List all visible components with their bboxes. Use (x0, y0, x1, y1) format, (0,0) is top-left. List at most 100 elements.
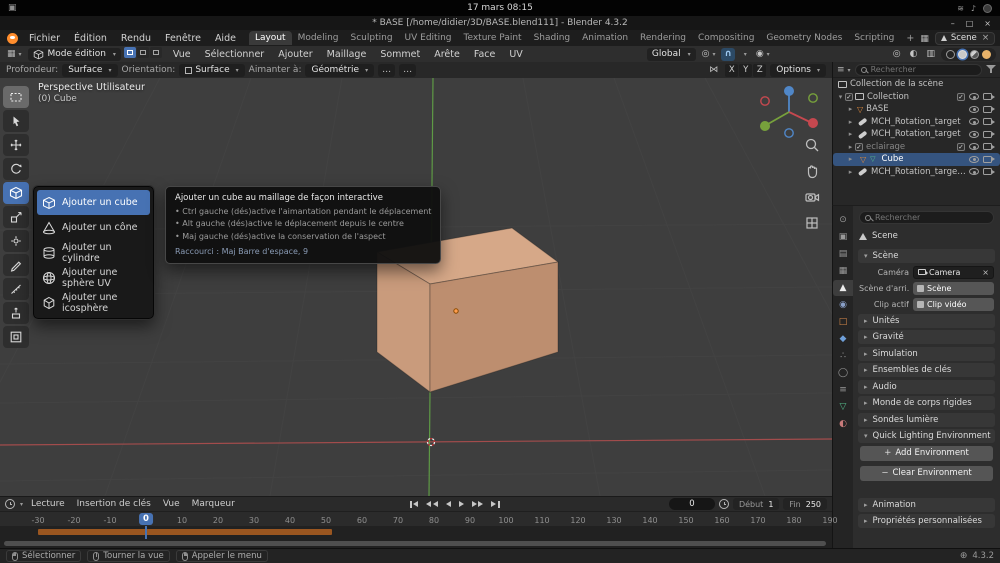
os-clock[interactable]: 17 mars 08:15 (0, 3, 1000, 13)
viewport-menu-ajouter[interactable]: Ajouter (271, 49, 319, 60)
camera-field[interactable]: Camera (913, 266, 994, 279)
timeline-ruler[interactable]: -30-20-100102030405060708090100110120130… (0, 511, 832, 526)
outliner-search-input[interactable]: Rechercher (855, 64, 982, 76)
toggle-ortho-icon[interactable] (803, 214, 821, 232)
viewport-menu-vue[interactable]: Vue (166, 49, 198, 60)
maximize-icon[interactable] (966, 19, 974, 28)
mirror-axis-z[interactable]: Z (753, 64, 766, 77)
inset-tool[interactable] (3, 326, 29, 348)
disable-render-icon[interactable] (983, 118, 992, 125)
preview-range-icon[interactable] (719, 499, 729, 509)
workspace-icon[interactable] (920, 33, 929, 44)
menu-fichier[interactable]: Fichier (22, 33, 67, 44)
minimize-icon[interactable] (951, 19, 955, 28)
os-status-menu-icon[interactable] (983, 4, 992, 13)
extrude-tool[interactable] (3, 302, 29, 324)
tab-uv-editing[interactable]: UV Editing (399, 31, 458, 45)
scene-selector[interactable]: Scene (935, 32, 995, 45)
hide-eye-icon[interactable] (969, 131, 979, 138)
rotate-tool[interactable] (3, 158, 29, 180)
horizontal-scrollbar[interactable] (4, 541, 826, 546)
depth-selector[interactable]: Surface (62, 64, 117, 77)
exclude-checkbox[interactable] (957, 143, 965, 151)
background-scene-field[interactable]: Scène (913, 282, 994, 295)
outliner-item-scene-collection[interactable]: Collection de la scène (833, 78, 1000, 91)
overlays-toggle-icon[interactable] (907, 49, 921, 59)
outliner-item-cube[interactable]: Cube (833, 153, 1000, 166)
timeline-menu-insertion-de-cl-s[interactable]: Insertion de clés (71, 499, 157, 509)
timeline-menu-vue[interactable]: Vue (157, 499, 186, 509)
render-tab-icon[interactable] (833, 229, 853, 245)
mirror-axis-x[interactable]: X (725, 64, 738, 77)
transform-orientation-selector[interactable]: Global (647, 48, 696, 61)
expand-icon[interactable] (846, 129, 855, 139)
add-cube-tool[interactable] (3, 182, 29, 204)
viewport-menu-s-lectionner[interactable]: Sélectionner (198, 49, 272, 60)
scale-tool[interactable] (3, 206, 29, 228)
section-gravit[interactable]: Gravité (858, 330, 995, 344)
tool-tab-icon[interactable] (833, 212, 853, 228)
options-dropdown[interactable]: Options (770, 64, 826, 77)
measure-tool[interactable] (3, 278, 29, 300)
snap-settings-dropdown[interactable] (738, 49, 750, 59)
menu-item-add-cube[interactable]: Ajouter un cube (37, 190, 150, 215)
pivot-point-icon[interactable] (699, 49, 719, 59)
viewport-menu-face[interactable]: Face (467, 49, 502, 60)
expand-icon[interactable] (836, 92, 845, 102)
hide-eye-icon[interactable] (969, 93, 979, 100)
mode-selector[interactable]: Mode édition (28, 48, 121, 61)
tab-layout[interactable]: Layout (249, 31, 292, 45)
mirror-icon[interactable] (706, 65, 721, 75)
select-box-tool[interactable] (3, 86, 29, 108)
menu-item-add-cone[interactable]: Ajouter un cône (37, 215, 150, 240)
hide-eye-icon[interactable] (969, 143, 979, 150)
collection-checkbox[interactable] (845, 93, 853, 101)
material-tab-icon[interactable] (833, 416, 853, 432)
expand-icon[interactable] (846, 154, 855, 164)
expand-icon[interactable] (846, 117, 855, 127)
outliner-item-base[interactable]: BASE (833, 103, 1000, 116)
close-icon[interactable] (984, 19, 991, 28)
disable-render-icon[interactable] (983, 106, 992, 113)
section-monde-de-corps-rigides[interactable]: Monde de corps rigides (858, 396, 995, 410)
section-scene[interactable]: Scène (858, 249, 995, 263)
transform-tool[interactable] (3, 230, 29, 252)
constraints-tab-icon[interactable] (833, 382, 853, 398)
disable-render-icon[interactable] (983, 93, 992, 100)
zoom-icon[interactable] (803, 136, 821, 154)
menu-dition[interactable]: Édition (67, 33, 114, 44)
play-button[interactable] (456, 499, 467, 510)
frame-start-field[interactable]: Début 1 (733, 498, 779, 510)
hide-eye-icon[interactable] (969, 168, 979, 175)
clear-camera-icon[interactable] (982, 268, 989, 277)
show-gizmo-toggle-icon[interactable] (890, 49, 904, 59)
world-tab-icon[interactable] (833, 297, 853, 313)
tab-sculpting[interactable]: Sculpting (345, 31, 399, 45)
viewport-menu-ar-te[interactable]: Arête (427, 49, 467, 60)
snap-toggle-icon[interactable] (721, 48, 734, 61)
navigation-gizmo[interactable] (760, 86, 818, 137)
mirror-axis-y[interactable]: Y (739, 64, 752, 77)
more-settings-button[interactable]: … (378, 64, 395, 77)
tab-modeling[interactable]: Modeling (292, 31, 345, 45)
pan-hand-icon[interactable] (803, 162, 821, 180)
viewport-menu-maillage[interactable]: Maillage (320, 49, 374, 60)
section-sondes-lumi-re[interactable]: Sondes lumière (858, 413, 995, 427)
section-propri-t-s-personnalis-es[interactable]: Propriétés personnalisées (858, 514, 995, 528)
xray-toggle-icon[interactable] (923, 49, 938, 59)
orientation-selector[interactable]: Surface (179, 64, 244, 77)
tab-rendering[interactable]: Rendering (634, 31, 692, 45)
os-app-icon[interactable] (8, 3, 17, 13)
add-workspace-button[interactable]: + (900, 33, 920, 44)
jump-next-keyframe-button[interactable] (469, 499, 487, 510)
camera-view-icon[interactable] (803, 188, 821, 206)
scene-unlink-icon[interactable] (981, 33, 990, 43)
timeline-editor-icon[interactable] (5, 499, 15, 509)
section-ensembles-de-cl-s[interactable]: Ensembles de clés (858, 363, 995, 377)
frame-end-field[interactable]: Fin 250 (783, 498, 827, 510)
jump-prev-keyframe-button[interactable] (423, 499, 441, 510)
disable-render-icon[interactable] (983, 143, 992, 150)
clear-environment-button[interactable]: Clear Environment (860, 466, 993, 481)
expand-icon[interactable] (846, 104, 855, 114)
menu-item-add-uv-sphere[interactable]: Ajouter une sphère UV (37, 265, 150, 290)
